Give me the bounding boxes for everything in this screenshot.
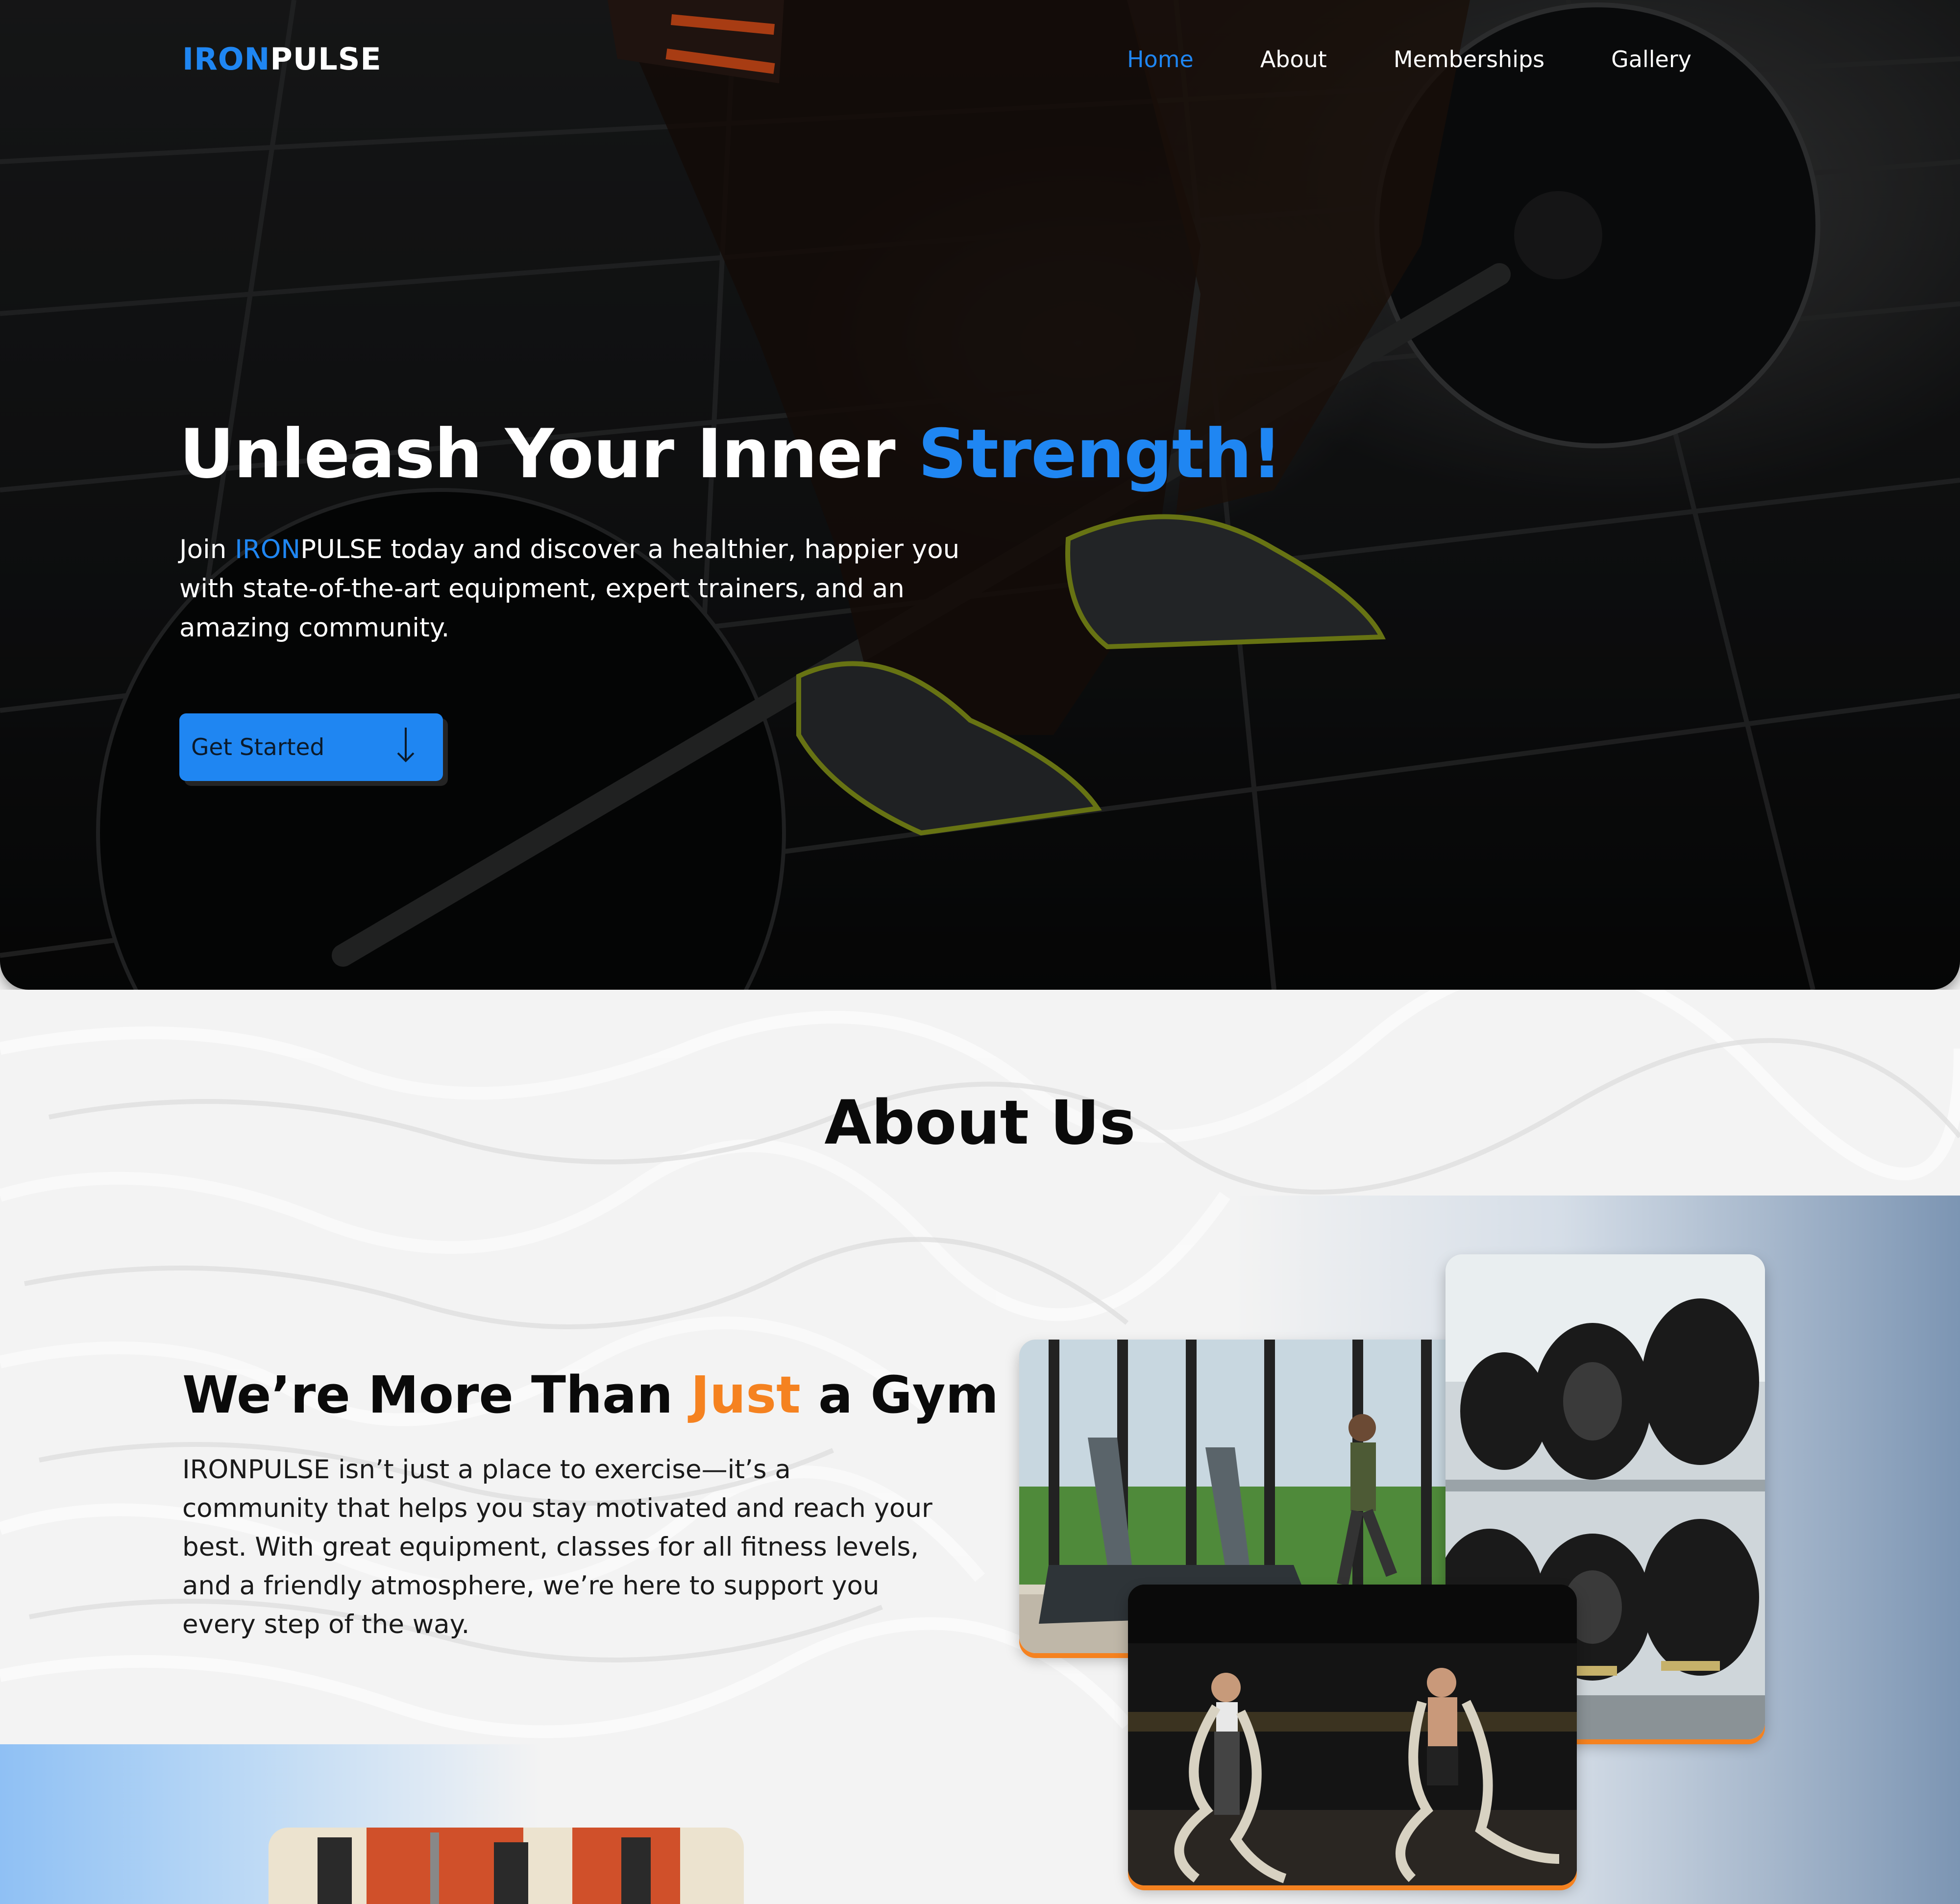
gym-equipment-photo	[269, 1828, 744, 1904]
arrow-down-icon	[396, 727, 416, 768]
about-heading-before: We’re More Than	[182, 1365, 691, 1425]
about-section: About Us We’re More Than Just a Gym IRON…	[0, 990, 1960, 1904]
hero-sub-brand-blue: IRON	[235, 535, 301, 564]
main-nav: Home About Memberships Gallery	[1127, 46, 1758, 73]
nav-link-home[interactable]: Home	[1127, 46, 1194, 73]
about-heading: We’re More Than Just a Gym	[182, 1365, 999, 1425]
hero-title: Unleash Your Inner Strength!	[179, 415, 1282, 493]
hero-sub-before: Join	[179, 535, 235, 564]
about-body: IRONPULSE isn’t just a place to exercise…	[182, 1455, 932, 1639]
hero-sub-brand-white: PULSE	[300, 535, 383, 564]
brand-logo[interactable]: IRONPULSE	[182, 41, 382, 77]
nav-link-memberships[interactable]: Memberships	[1394, 46, 1544, 73]
get-started-label: Get Started	[191, 733, 325, 761]
nav-link-gallery[interactable]: Gallery	[1611, 46, 1691, 73]
brand-logo-part1: IRON	[182, 41, 270, 77]
hero-title-main: Unleash Your Inner	[179, 415, 918, 493]
hero-background-image	[0, 0, 1960, 990]
about-heading-accent: Just	[690, 1365, 801, 1425]
nav-link-about[interactable]: About	[1260, 46, 1327, 73]
about-heading-after: a Gym	[800, 1365, 999, 1425]
hero-subtitle: Join IRONPULSE today and discover a heal…	[179, 530, 963, 648]
get-started-button[interactable]: Get Started	[179, 713, 443, 781]
about-title: About Us	[824, 1088, 1136, 1158]
brand-logo-part2: PULSE	[270, 41, 382, 77]
battle-ropes-photo	[1128, 1585, 1577, 1885]
hero-title-accent: Strength!	[918, 415, 1282, 493]
hero-section: IRONPULSE Home About Memberships Gallery…	[0, 0, 1960, 990]
